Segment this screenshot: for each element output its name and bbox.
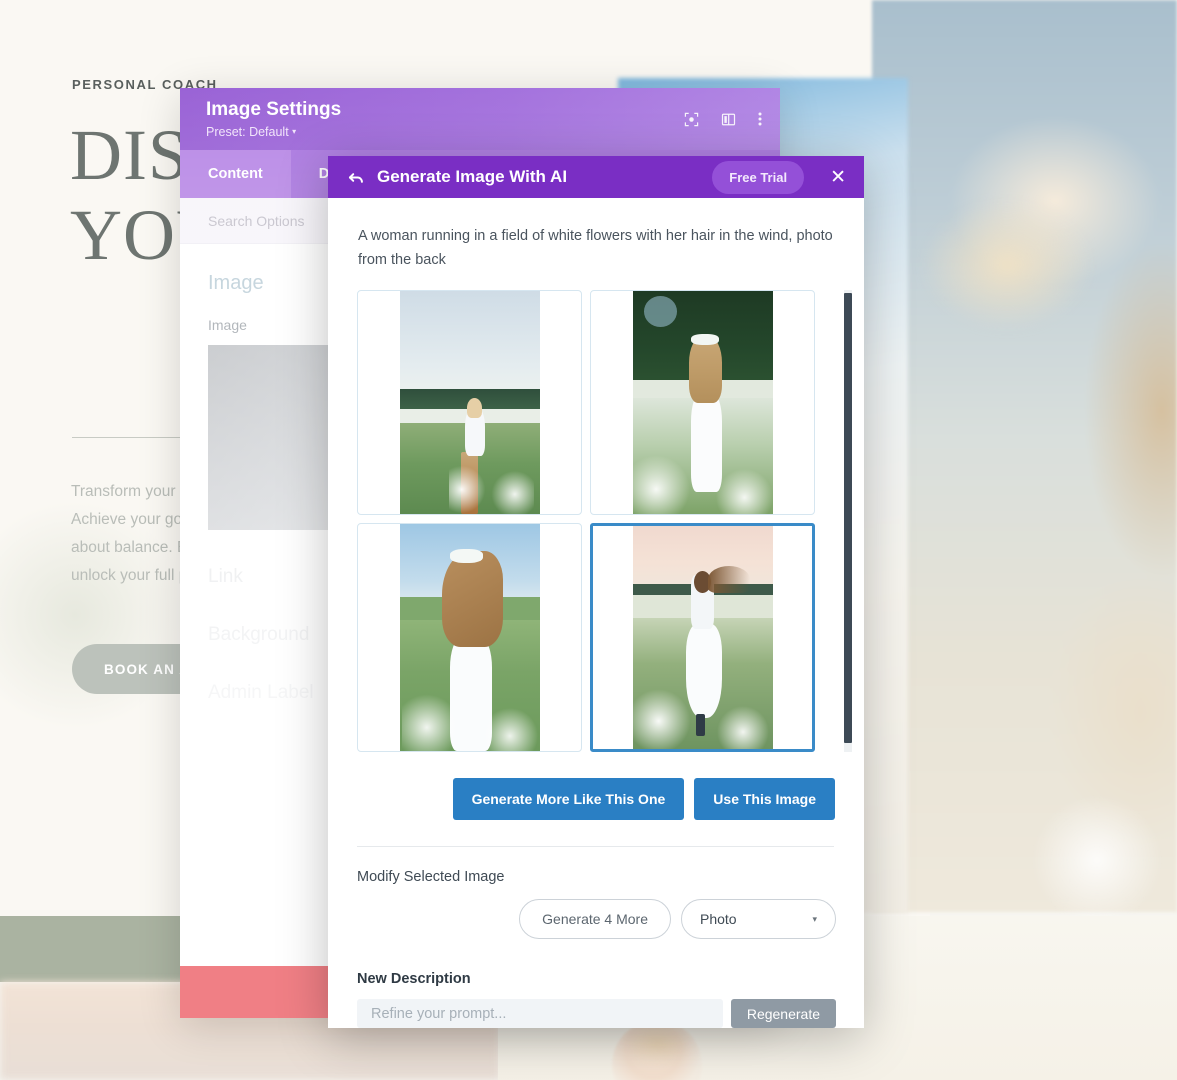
preset-selector[interactable]: Preset: Default ▾ bbox=[206, 125, 341, 139]
preset-label: Preset: Default bbox=[206, 125, 289, 139]
back-arrow-icon[interactable] bbox=[348, 170, 365, 185]
new-description-label: New Description bbox=[357, 971, 471, 987]
ai-modal-title: Generate Image With AI bbox=[377, 167, 568, 187]
regenerate-button[interactable]: Regenerate bbox=[730, 999, 836, 1028]
bg-hero-photo bbox=[872, 0, 1177, 912]
results-grid bbox=[357, 290, 815, 753]
use-this-image-button[interactable]: Use This Image bbox=[694, 778, 835, 821]
bg-hero-hair bbox=[892, 150, 1122, 380]
result-actions: Generate More Like This One Use This Ima… bbox=[328, 752, 863, 821]
results-scrollbar-thumb[interactable] bbox=[844, 293, 852, 744]
free-trial-badge[interactable]: Free Trial bbox=[712, 160, 805, 194]
tab-content[interactable]: Content bbox=[180, 150, 291, 198]
results-area bbox=[357, 290, 852, 753]
focus-target-icon[interactable] bbox=[684, 112, 699, 127]
close-icon[interactable]: ✕ bbox=[830, 168, 846, 187]
generate-more-like-this-button[interactable]: Generate More Like This One bbox=[452, 778, 685, 821]
settings-header-titles: Image Settings Preset: Default ▾ bbox=[206, 99, 341, 139]
ai-modal-header: Generate Image With AI Free Trial ✕ bbox=[328, 156, 864, 199]
result-thumbnail-2[interactable] bbox=[590, 290, 815, 516]
modify-selected-image-label: Modify Selected Image bbox=[357, 869, 505, 885]
bg-avatar-hair-overlay bbox=[612, 1020, 702, 1080]
result-thumbnail-4[interactable] bbox=[590, 523, 815, 753]
settings-panel-header: Image Settings Preset: Default ▾ bbox=[180, 88, 780, 150]
thumbnail-image-2 bbox=[632, 291, 773, 515]
more-options-icon[interactable] bbox=[758, 111, 762, 127]
thumbnail-image-4 bbox=[632, 526, 773, 750]
chevron-down-icon: ▾ bbox=[812, 913, 817, 924]
result-thumbnail-1[interactable] bbox=[357, 290, 582, 516]
prompt-text: A woman running in a field of white flow… bbox=[358, 228, 833, 269]
result-thumbnail-3[interactable] bbox=[357, 523, 582, 753]
chevron-down-icon: ▾ bbox=[292, 127, 297, 136]
bg-flower-blur bbox=[1027, 790, 1167, 930]
modify-controls: Generate 4 More Photo ▾ bbox=[328, 885, 864, 939]
layout-panel-icon[interactable] bbox=[721, 112, 736, 127]
style-select[interactable]: Photo ▾ bbox=[681, 899, 836, 939]
results-scrollbar[interactable] bbox=[844, 290, 852, 753]
style-select-value: Photo bbox=[700, 911, 737, 927]
settings-header-icons bbox=[684, 111, 762, 127]
thumbnail-image-3 bbox=[399, 524, 540, 752]
generate-4-more-button[interactable]: Generate 4 More bbox=[519, 899, 671, 939]
new-description-row: Regenerate bbox=[328, 987, 864, 1028]
thumbnail-image-1 bbox=[399, 291, 540, 515]
new-description-input[interactable] bbox=[357, 999, 723, 1028]
settings-panel-title: Image Settings bbox=[206, 99, 342, 120]
generate-image-with-ai-modal: Generate Image With AI Free Trial ✕ A wo… bbox=[328, 156, 864, 1028]
